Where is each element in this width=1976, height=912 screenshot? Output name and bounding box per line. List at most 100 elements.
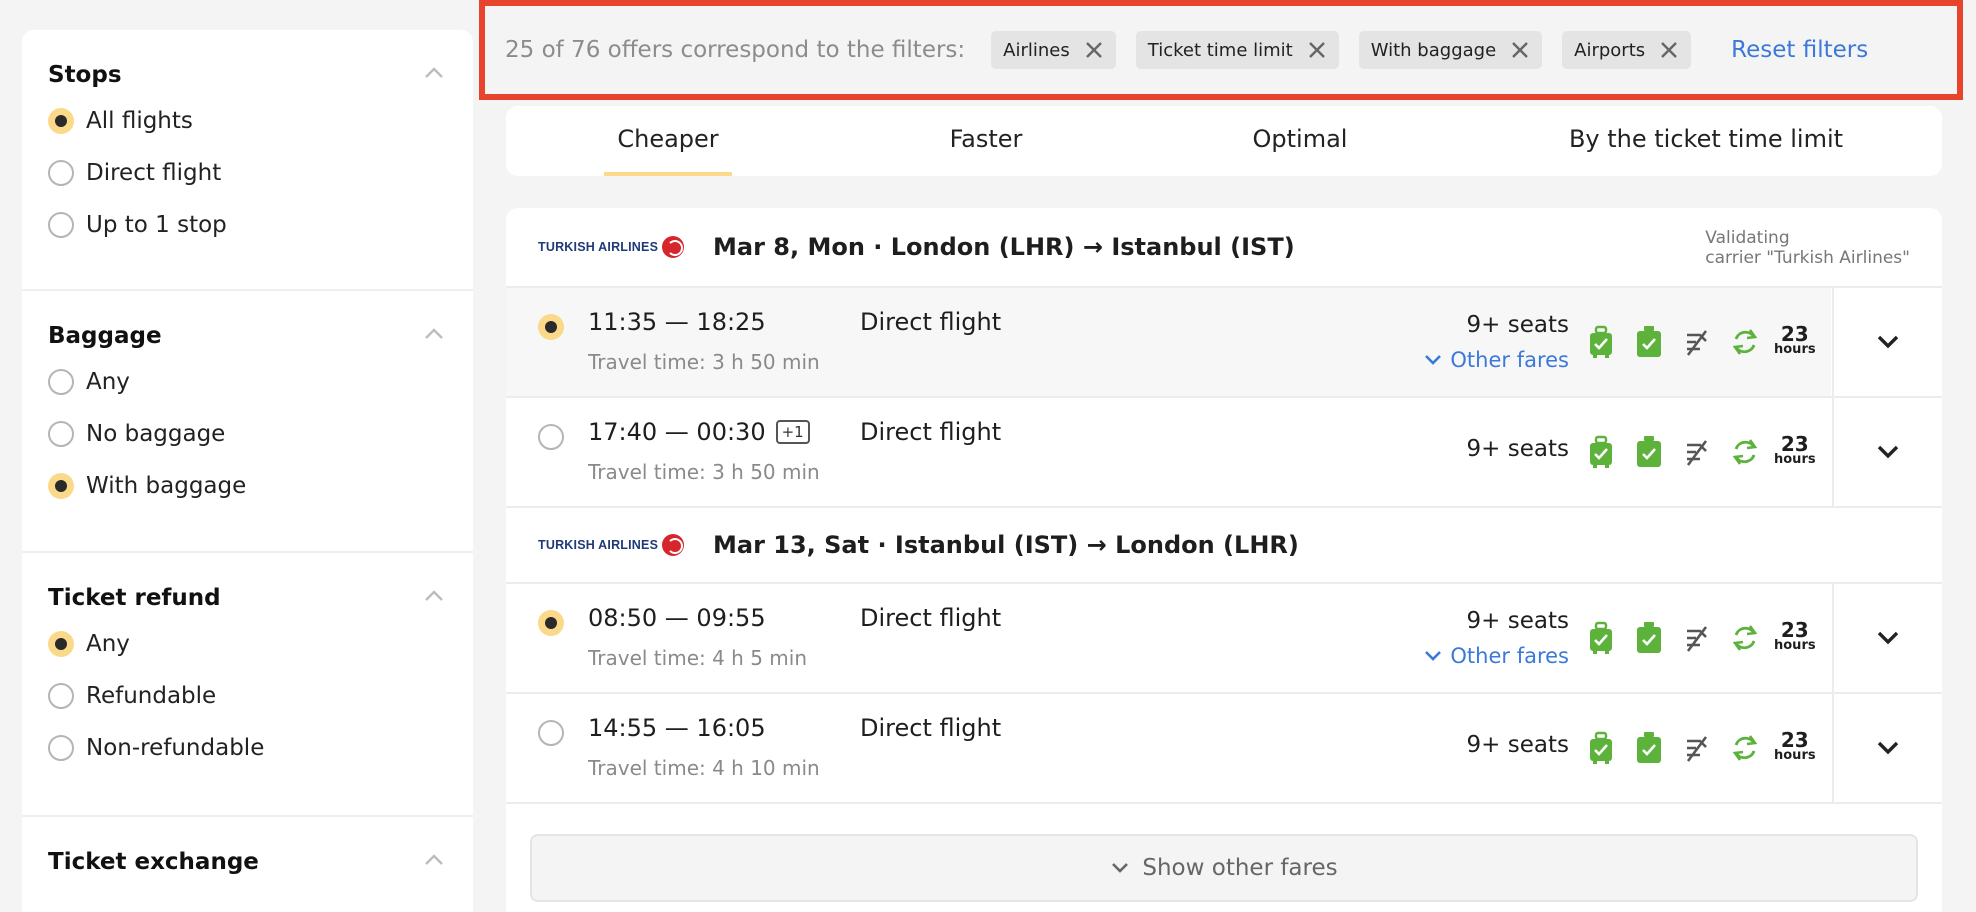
expand-flight-button[interactable] bbox=[1832, 288, 1942, 396]
chevron-down-icon bbox=[1877, 335, 1899, 349]
flight-option[interactable]: 11:35 — 18:25 Travel time: 3 h 50 min Di… bbox=[506, 288, 1942, 398]
travel-time: Travel time: 3 h 50 min bbox=[588, 460, 820, 484]
filter-count-text: 25 of 76 offers correspond to the filter… bbox=[505, 37, 966, 63]
flight-option[interactable]: 08:50 — 09:55 Travel time: 4 h 5 min Dir… bbox=[506, 584, 1942, 694]
radio-direct-flight[interactable]: Direct flight bbox=[48, 147, 473, 199]
tab-cheaper[interactable]: Cheaper bbox=[604, 106, 732, 176]
radio-with-baggage[interactable]: With baggage bbox=[48, 460, 473, 512]
radio-baggage-any[interactable]: Any bbox=[48, 356, 473, 408]
filter-chip-airlines[interactable]: Airlines bbox=[991, 31, 1116, 69]
flight-radio[interactable] bbox=[538, 720, 564, 746]
flight-type: Direct flight bbox=[860, 714, 1002, 742]
fare-features: 23 hours bbox=[1586, 288, 1816, 396]
route-title: Mar 8, Mon · London (LHR) → Istanbul (IS… bbox=[713, 233, 1295, 261]
ticket-refund-section: Ticket refund Any Refundable Non-refunda… bbox=[22, 553, 473, 817]
no-refund-icon bbox=[1686, 330, 1708, 356]
filter-chip-airports[interactable]: Airports bbox=[1562, 31, 1692, 69]
seats-available: 9+ seats bbox=[1466, 608, 1569, 634]
no-refund-icon bbox=[1686, 626, 1708, 652]
ticket-exchange-section: Ticket exchange bbox=[22, 817, 473, 900]
airline-logo-mark bbox=[662, 236, 685, 258]
section-title: Stops bbox=[48, 62, 122, 88]
travel-time: Travel time: 4 h 10 min bbox=[588, 756, 820, 780]
radio-indicator[interactable] bbox=[48, 212, 74, 238]
travel-time: Travel time: 4 h 5 min bbox=[588, 646, 808, 670]
flight-times: 17:40 — 00:30 +1 bbox=[588, 418, 810, 446]
radio-all-flights[interactable]: All flights bbox=[48, 95, 473, 147]
seats-available: 9+ seats bbox=[1466, 732, 1569, 758]
radio-indicator[interactable] bbox=[48, 683, 74, 709]
other-fares-link[interactable]: Other fares bbox=[1424, 348, 1569, 372]
exchange-icon bbox=[1732, 439, 1758, 465]
radio-indicator[interactable] bbox=[48, 369, 74, 395]
no-refund-icon bbox=[1686, 440, 1708, 466]
chevron-down-icon bbox=[1877, 741, 1899, 755]
radio-no-baggage[interactable]: No baggage bbox=[48, 408, 473, 460]
flight-option[interactable]: 17:40 — 00:30 +1 Travel time: 3 h 50 min … bbox=[506, 398, 1942, 508]
flight-times: 11:35 — 18:25 bbox=[588, 308, 766, 336]
other-fares-link[interactable]: Other fares bbox=[1424, 644, 1569, 668]
show-other-fares-button[interactable]: Show other fares bbox=[530, 834, 1918, 902]
exchange-icon bbox=[1732, 329, 1758, 355]
expand-flight-button[interactable] bbox=[1832, 398, 1942, 506]
ticket-time-limit: 23 hours bbox=[1774, 618, 1816, 653]
carry-on-baggage-icon bbox=[1590, 621, 1612, 654]
sort-tabs: Cheaper Faster Optimal By the ticket tim… bbox=[506, 106, 1942, 176]
radio-indicator[interactable] bbox=[48, 735, 74, 761]
stops-section: Stops All flights Direct flight Up to 1 … bbox=[22, 30, 473, 291]
results-card: TURKISH AIRLINES Mar 8, Mon · London (LH… bbox=[506, 208, 1942, 912]
route-header: TURKISH AIRLINES Mar 13, Sat · Istanbul … bbox=[506, 508, 1942, 584]
radio-indicator[interactable] bbox=[48, 160, 74, 186]
flight-radio[interactable] bbox=[538, 424, 564, 450]
radio-non-refundable[interactable]: Non-refundable bbox=[48, 722, 473, 774]
section-title: Baggage bbox=[48, 323, 162, 349]
flight-radio[interactable] bbox=[538, 610, 564, 636]
chevron-down-icon bbox=[1877, 445, 1899, 459]
radio-indicator[interactable] bbox=[48, 631, 74, 657]
radio-refund-any[interactable]: Any bbox=[48, 618, 473, 670]
close-icon[interactable] bbox=[1084, 40, 1104, 60]
tab-by-ticket-time-limit[interactable]: By the ticket time limit bbox=[1556, 106, 1856, 176]
reset-filters-link[interactable]: Reset filters bbox=[1731, 37, 1868, 63]
checked-baggage-icon bbox=[1637, 326, 1661, 357]
close-icon[interactable] bbox=[1659, 40, 1679, 60]
expand-flight-button[interactable] bbox=[1832, 694, 1942, 802]
checked-baggage-icon bbox=[1637, 622, 1661, 653]
radio-indicator[interactable] bbox=[48, 108, 74, 134]
chevron-down-icon bbox=[1425, 355, 1442, 365]
chevron-down-icon bbox=[1425, 651, 1442, 661]
radio-indicator[interactable] bbox=[48, 473, 74, 499]
chevron-up-icon[interactable] bbox=[421, 583, 447, 609]
flight-option[interactable]: 14:55 — 16:05 Travel time: 4 h 10 min Di… bbox=[506, 694, 1942, 804]
no-refund-icon bbox=[1686, 736, 1708, 762]
exchange-icon bbox=[1732, 625, 1758, 651]
close-icon[interactable] bbox=[1510, 40, 1530, 60]
close-icon[interactable] bbox=[1307, 40, 1327, 60]
fare-features: 23 hours bbox=[1586, 584, 1816, 692]
exchange-icon bbox=[1732, 735, 1758, 761]
flight-type: Direct flight bbox=[860, 604, 1002, 632]
flight-times: 08:50 — 09:55 bbox=[588, 604, 766, 632]
fare-features: 23 hours bbox=[1586, 398, 1816, 506]
chevron-up-icon[interactable] bbox=[421, 847, 447, 873]
ticket-time-limit: 23 hours bbox=[1774, 322, 1816, 357]
tab-faster[interactable]: Faster bbox=[926, 106, 1046, 176]
expand-flight-button[interactable] bbox=[1832, 584, 1942, 692]
radio-refundable[interactable]: Refundable bbox=[48, 670, 473, 722]
radio-up-to-1-stop[interactable]: Up to 1 stop bbox=[48, 199, 473, 251]
section-title: Ticket exchange bbox=[48, 849, 259, 875]
seats-available: 9+ seats bbox=[1466, 436, 1569, 462]
travel-time: Travel time: 3 h 50 min bbox=[588, 350, 820, 374]
radio-indicator[interactable] bbox=[48, 421, 74, 447]
checked-baggage-icon bbox=[1637, 436, 1661, 467]
carry-on-baggage-icon bbox=[1590, 435, 1612, 468]
flight-radio[interactable] bbox=[538, 314, 564, 340]
chevron-up-icon[interactable] bbox=[421, 60, 447, 86]
filter-chip-with-baggage[interactable]: With baggage bbox=[1358, 31, 1543, 69]
fare-features: 23 hours bbox=[1586, 694, 1816, 802]
chevron-up-icon[interactable] bbox=[421, 321, 447, 347]
section-title: Ticket refund bbox=[48, 585, 221, 611]
filter-chip-ticket-time-limit[interactable]: Ticket time limit bbox=[1135, 31, 1339, 69]
tab-optimal[interactable]: Optimal bbox=[1230, 106, 1370, 176]
flight-times: 14:55 — 16:05 bbox=[588, 714, 766, 742]
